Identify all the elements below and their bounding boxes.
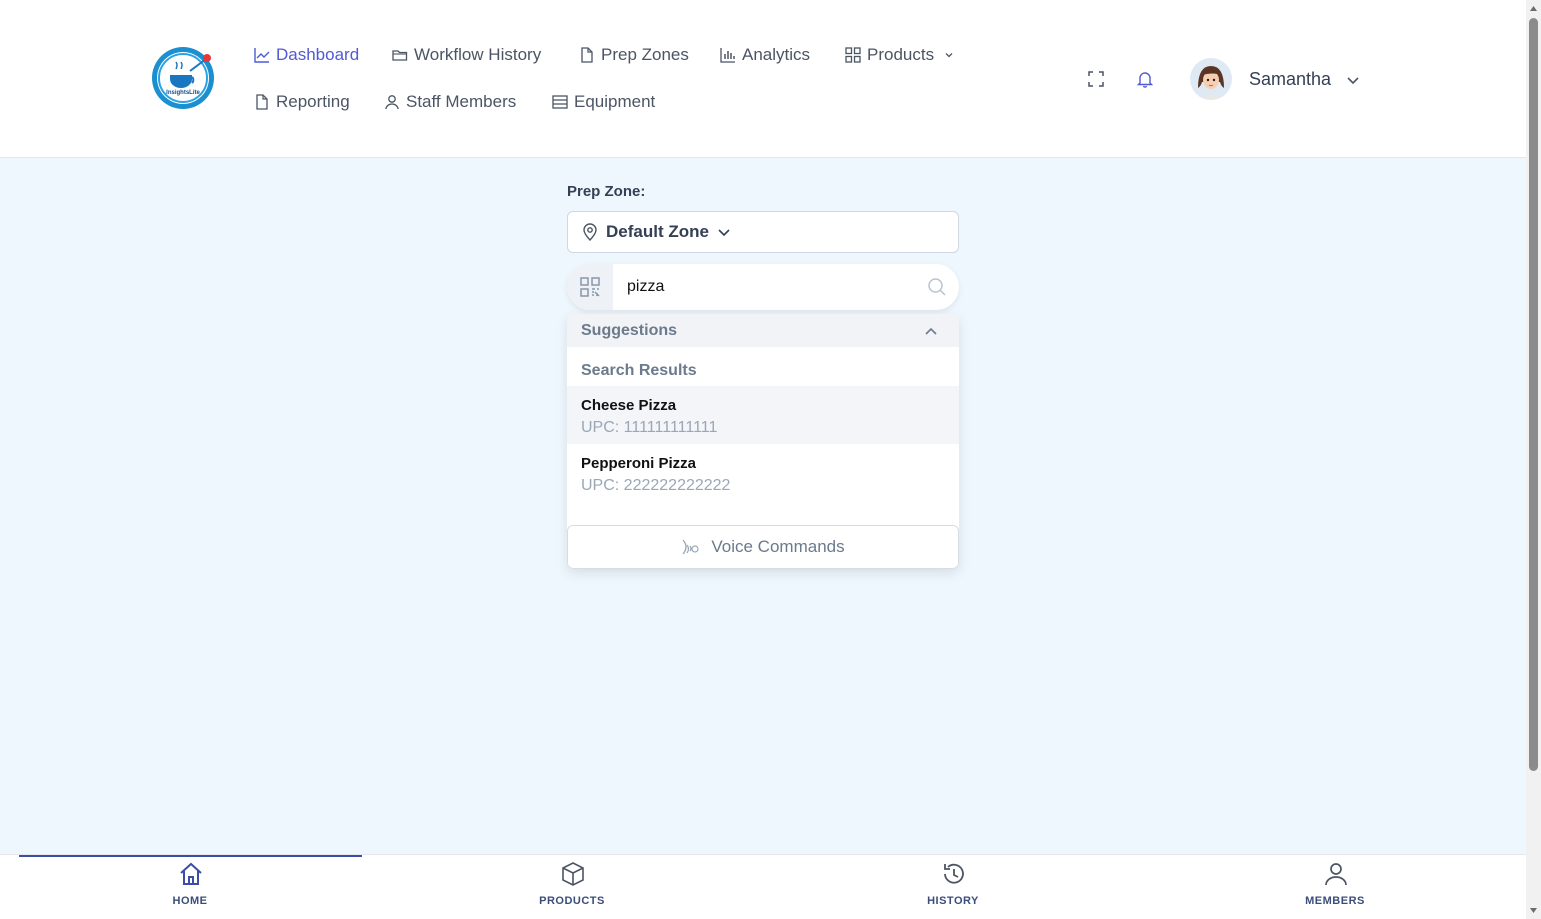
nav-reporting[interactable]: Reporting (254, 92, 350, 112)
scrollbar-thumb[interactable] (1529, 18, 1538, 771)
suggestions-dropdown: Suggestions Search Results Cheese Pizza … (567, 314, 959, 569)
nav-equipment-label: Equipment (574, 92, 656, 111)
logo[interactable]: InsightsLite (150, 45, 216, 111)
top-header: InsightsLite Dashboard Workflow History … (0, 0, 1526, 158)
nav-dashboard-label: Dashboard (276, 45, 360, 64)
nav-prep-zones-label: Prep Zones (601, 45, 689, 64)
file-icon (256, 94, 268, 110)
map-pin-icon (583, 223, 597, 241)
box-icon (562, 862, 584, 886)
prep-zone-value: Default Zone (606, 222, 709, 241)
bottom-nav-history-label: HISTORY (927, 895, 979, 907)
user-name[interactable]: Samantha (1249, 69, 1331, 90)
search-icon[interactable] (927, 277, 947, 297)
nav-products[interactable]: Products (845, 45, 954, 65)
chevron-up-icon[interactable] (923, 323, 939, 339)
file-icon (581, 47, 593, 63)
home-icon (180, 862, 202, 885)
nav-products-label: Products (867, 45, 935, 64)
voice-commands-label: Voice Commands (711, 537, 845, 556)
voice-wave-icon (682, 539, 699, 555)
search-result-item[interactable]: Cheese Pizza UPC: 111111111111 (567, 386, 959, 444)
bottom-nav-members-label: MEMBERS (1305, 895, 1365, 907)
avatar[interactable] (1190, 58, 1232, 100)
bottom-nav-members[interactable]: MEMBERS (1275, 855, 1395, 919)
chevron-down-icon[interactable] (1346, 73, 1360, 87)
qr-code-icon (580, 277, 600, 297)
search-result-item[interactable]: Pepperoni Pizza UPC: 222222222222 (567, 444, 959, 502)
result-upc: UPC: 222222222222 (581, 477, 731, 494)
bar-chart-icon (720, 48, 735, 63)
qr-scan-button[interactable] (567, 264, 613, 310)
suggestions-title: Suggestions (581, 322, 678, 339)
scroll-down-icon[interactable] (1529, 906, 1538, 915)
nav-workflow-history-label: Workflow History (414, 45, 542, 64)
chevron-down-icon (718, 229, 730, 237)
list-icon (552, 95, 568, 109)
bottom-nav-home[interactable]: HOME (130, 855, 250, 919)
chevron-down-icon (945, 53, 953, 58)
result-upc: UPC: 111111111111 (581, 419, 718, 436)
fullscreen-icon[interactable] (1086, 69, 1106, 89)
nav-reporting-label: Reporting (276, 92, 350, 111)
nav-workflow-history[interactable]: Workflow History (392, 45, 541, 65)
bottom-nav: HOME PRODUCTS HISTORY MEMBERS (0, 854, 1526, 919)
nav-staff-members-label: Staff Members (406, 92, 517, 111)
nav-dashboard[interactable]: Dashboard (254, 45, 359, 65)
nav-staff-members[interactable]: Staff Members (384, 92, 516, 112)
user-icon (385, 95, 399, 110)
bell-icon[interactable] (1135, 69, 1155, 89)
scroll-up-icon[interactable] (1529, 4, 1538, 13)
chart-line-icon (254, 48, 270, 63)
prep-zone-select[interactable]: Default Zone (567, 211, 959, 253)
folder-icon (392, 50, 408, 61)
prep-zone-label: Prep Zone: (567, 183, 646, 200)
result-name: Cheese Pizza (581, 397, 677, 414)
product-search-bar (567, 264, 959, 310)
nav-equipment[interactable]: Equipment (552, 92, 655, 112)
voice-commands-button[interactable]: Voice Commands (567, 525, 959, 569)
nav-prep-zones[interactable]: Prep Zones (579, 45, 689, 65)
logo-text: InsightsLite (166, 90, 200, 96)
grid-icon (845, 47, 861, 63)
nav-analytics[interactable]: Analytics (720, 45, 810, 65)
search-results-title: Search Results (581, 362, 697, 379)
bottom-nav-home-label: HOME (172, 895, 208, 907)
bottom-nav-history[interactable]: HISTORY (893, 855, 1013, 919)
suggestions-header[interactable]: Suggestions (567, 314, 959, 347)
history-icon (944, 863, 964, 884)
bottom-nav-products[interactable]: PRODUCTS (512, 855, 632, 919)
bottom-nav-products-label: PRODUCTS (539, 895, 605, 907)
search-input[interactable] (627, 276, 917, 298)
nav-analytics-label: Analytics (742, 45, 811, 64)
user-icon (1325, 863, 1347, 886)
result-name: Pepperoni Pizza (581, 455, 697, 472)
